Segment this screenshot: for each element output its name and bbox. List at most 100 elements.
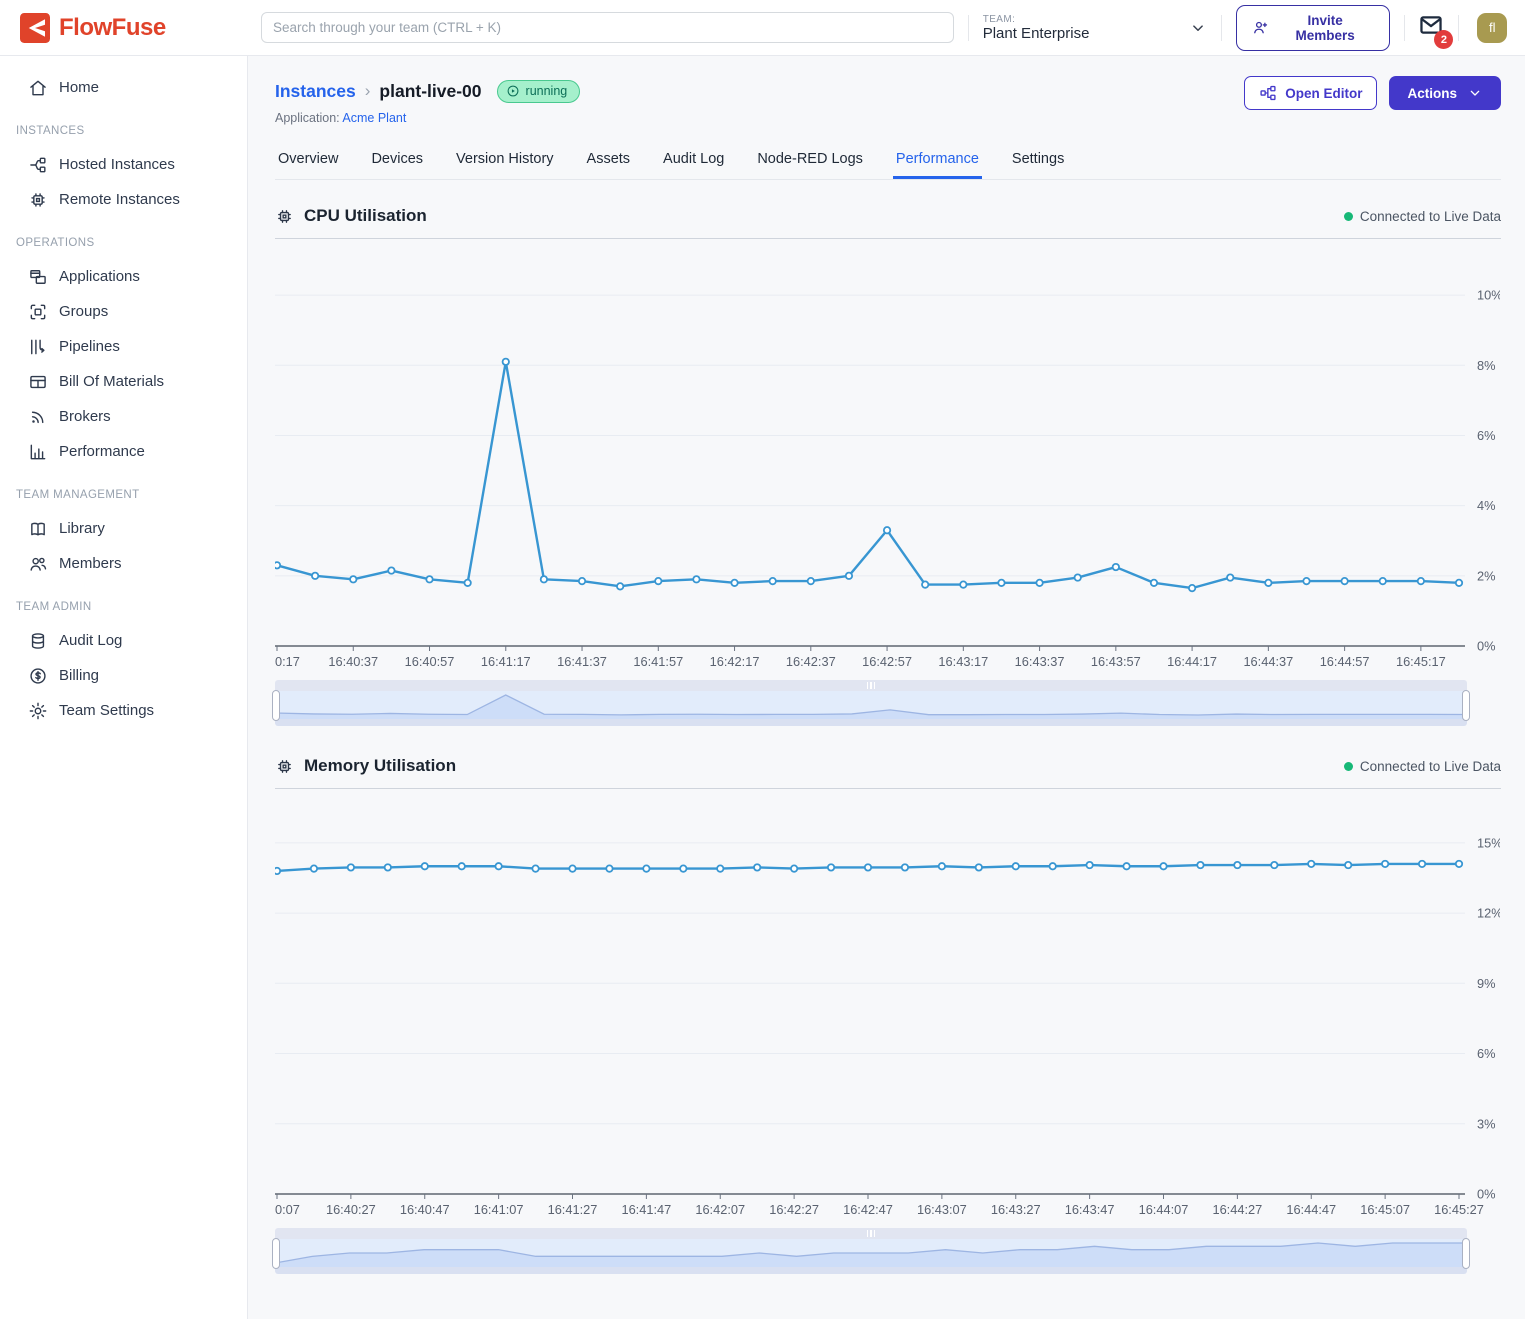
navigator-left-handle[interactable] bbox=[272, 1238, 280, 1269]
svg-text:6%: 6% bbox=[1477, 428, 1496, 443]
sidebar-item-groups[interactable]: Groups bbox=[0, 294, 247, 329]
sidebar-item-applications[interactable]: Applications bbox=[0, 259, 247, 294]
applications-icon bbox=[28, 267, 48, 287]
svg-text:16:42:57: 16:42:57 bbox=[862, 654, 912, 669]
memory-chart-navigator[interactable] bbox=[275, 1228, 1467, 1274]
bill-of-materials-icon bbox=[28, 372, 48, 392]
sidebar-item-bill-of-materials[interactable]: Bill Of Materials bbox=[0, 364, 247, 399]
application-line: Application: Acme Plant bbox=[275, 111, 580, 125]
breadcrumb-separator: › bbox=[365, 81, 371, 101]
notifications-button[interactable]: 2 bbox=[1418, 12, 1444, 43]
cpu-chart-title: CPU Utilisation bbox=[304, 206, 427, 226]
tab-assets[interactable]: Assets bbox=[584, 143, 634, 179]
sidebar-item-members[interactable]: Members bbox=[0, 546, 247, 581]
team-name: Plant Enterprise bbox=[983, 25, 1090, 42]
navigator-grip[interactable] bbox=[275, 1228, 1467, 1239]
team-label: TEAM: bbox=[983, 14, 1090, 25]
live-dot-icon bbox=[1344, 212, 1353, 221]
sidebar-item-brokers[interactable]: Brokers bbox=[0, 399, 247, 434]
home-icon bbox=[28, 78, 48, 98]
billing-icon bbox=[28, 666, 48, 686]
sidebar-item-performance[interactable]: Performance bbox=[0, 434, 247, 469]
actions-button[interactable]: Actions bbox=[1389, 76, 1501, 110]
sidebar-item-home[interactable]: Home bbox=[0, 70, 247, 105]
svg-text:16:44:47: 16:44:47 bbox=[1286, 1202, 1336, 1217]
navigator-left-handle[interactable] bbox=[272, 690, 280, 721]
invite-members-button[interactable]: Invite Members bbox=[1236, 5, 1389, 51]
svg-text:16:41:17: 16:41:17 bbox=[481, 654, 531, 669]
sidebar-item-team-settings[interactable]: Team Settings bbox=[0, 693, 247, 728]
svg-text:16:42:07: 16:42:07 bbox=[695, 1202, 745, 1217]
memory-utilisation-section: Memory Utilisation Connected to Live Dat… bbox=[275, 746, 1501, 1274]
svg-text:6%: 6% bbox=[1477, 1046, 1496, 1061]
divider bbox=[1221, 15, 1222, 41]
main-content: Instances › plant-live-00 running Applic… bbox=[248, 56, 1525, 1319]
search-input[interactable] bbox=[261, 12, 954, 43]
sidebar-item-billing[interactable]: Billing bbox=[0, 658, 247, 693]
cpu-utilisation-section: CPU Utilisation Connected to Live Data 0… bbox=[275, 196, 1501, 726]
navigator-right-handle[interactable] bbox=[1462, 1238, 1470, 1269]
audit-log-icon bbox=[28, 631, 48, 651]
avatar[interactable]: fl bbox=[1477, 13, 1507, 43]
tab-overview[interactable]: Overview bbox=[275, 143, 341, 179]
navigator-right-handle[interactable] bbox=[1462, 690, 1470, 721]
play-circle-icon bbox=[506, 84, 520, 98]
svg-text:16:42:47: 16:42:47 bbox=[843, 1202, 893, 1217]
navigator-grip[interactable] bbox=[275, 680, 1467, 691]
tab-performance[interactable]: Performance bbox=[893, 143, 982, 179]
sidebar-item-pipelines[interactable]: Pipelines bbox=[0, 329, 247, 364]
sidebar-item-hosted-instances[interactable]: Hosted Instances bbox=[0, 147, 247, 182]
cpu-chip-icon bbox=[275, 207, 294, 226]
performance-icon bbox=[28, 442, 48, 462]
tab-version-history[interactable]: Version History bbox=[453, 143, 557, 179]
svg-text:16:43:17: 16:43:17 bbox=[938, 654, 988, 669]
members-icon bbox=[28, 554, 48, 574]
svg-text:16:42:17: 16:42:17 bbox=[710, 654, 760, 669]
svg-text:16:40:47: 16:40:47 bbox=[400, 1202, 450, 1217]
svg-text:15%: 15% bbox=[1477, 835, 1500, 850]
cpu-chart: 0%2%4%6%8%10%0:1716:40:3716:40:5716:41:1… bbox=[275, 239, 1500, 672]
chevron-down-icon bbox=[1189, 19, 1207, 37]
svg-text:16:43:07: 16:43:07 bbox=[917, 1202, 967, 1217]
instance-tabs: Overview Devices Version History Assets … bbox=[275, 143, 1501, 180]
application-link[interactable]: Acme Plant bbox=[342, 111, 406, 125]
flowfuse-logo-icon bbox=[20, 13, 50, 43]
brand-name: FlowFuse bbox=[59, 14, 166, 42]
live-dot-icon bbox=[1344, 762, 1353, 771]
svg-text:16:42:27: 16:42:27 bbox=[769, 1202, 819, 1217]
svg-text:16:43:57: 16:43:57 bbox=[1091, 654, 1141, 669]
flowfuse-brand[interactable]: FlowFuse bbox=[0, 13, 248, 43]
svg-text:16:43:27: 16:43:27 bbox=[991, 1202, 1041, 1217]
svg-text:0%: 0% bbox=[1477, 1187, 1496, 1202]
tab-devices[interactable]: Devices bbox=[368, 143, 426, 179]
svg-text:16:40:37: 16:40:37 bbox=[328, 654, 378, 669]
sidebar-item-remote-instances[interactable]: Remote Instances bbox=[0, 182, 247, 217]
svg-text:12%: 12% bbox=[1477, 906, 1500, 921]
svg-text:16:43:37: 16:43:37 bbox=[1015, 654, 1065, 669]
navigator-track bbox=[275, 1267, 1467, 1274]
svg-text:16:45:27: 16:45:27 bbox=[1434, 1202, 1484, 1217]
brokers-icon bbox=[28, 407, 48, 427]
svg-text:9%: 9% bbox=[1477, 976, 1496, 991]
memory-chip-icon bbox=[275, 757, 294, 776]
breadcrumb-instances-link[interactable]: Instances bbox=[275, 81, 356, 102]
hosted-instances-icon bbox=[28, 155, 48, 175]
open-editor-button[interactable]: Open Editor bbox=[1244, 76, 1377, 110]
tab-node-red-logs[interactable]: Node-RED Logs bbox=[754, 143, 866, 179]
cpu-chart-navigator[interactable] bbox=[275, 680, 1467, 726]
node-editor-icon bbox=[1259, 84, 1277, 102]
svg-text:16:40:27: 16:40:27 bbox=[326, 1202, 376, 1217]
svg-text:16:42:37: 16:42:37 bbox=[786, 654, 836, 669]
svg-text:16:43:47: 16:43:47 bbox=[1065, 1202, 1115, 1217]
tab-audit-log[interactable]: Audit Log bbox=[660, 143, 727, 179]
notification-badge: 2 bbox=[1434, 30, 1453, 49]
sidebar-section-operations: OPERATIONS bbox=[0, 217, 247, 259]
svg-text:8%: 8% bbox=[1477, 358, 1496, 373]
team-selector[interactable]: TEAM: Plant Enterprise bbox=[983, 14, 1207, 42]
cpu-navigator-minichart bbox=[275, 691, 1467, 719]
sidebar-item-audit-log[interactable]: Audit Log bbox=[0, 623, 247, 658]
sidebar-item-library[interactable]: Library bbox=[0, 511, 247, 546]
tab-settings[interactable]: Settings bbox=[1009, 143, 1067, 179]
svg-text:16:44:07: 16:44:07 bbox=[1139, 1202, 1189, 1217]
svg-text:10%: 10% bbox=[1477, 288, 1500, 303]
